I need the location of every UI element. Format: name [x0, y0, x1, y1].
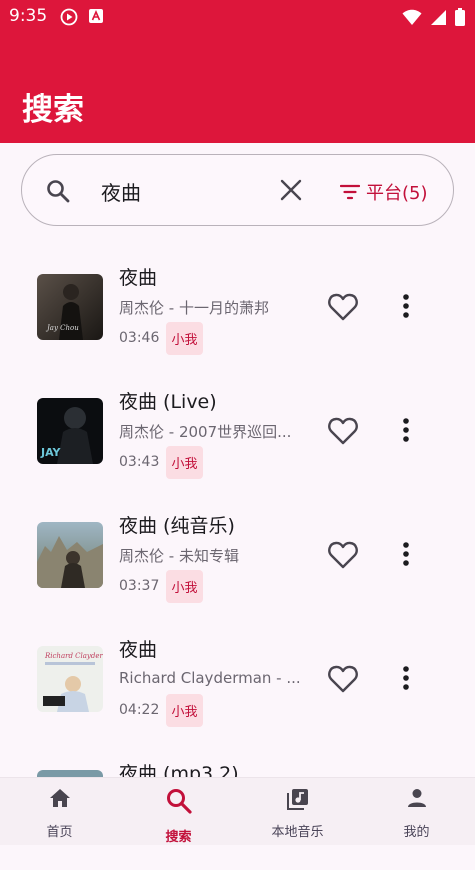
- nav-item-local-music[interactable]: 本地音乐: [238, 778, 357, 845]
- song-title: 夜曲: [119, 267, 158, 289]
- close-icon[interactable]: [280, 179, 302, 201]
- heart-outline-icon[interactable]: [327, 664, 359, 694]
- platform-filter-button[interactable]: 平台(5): [340, 179, 428, 205]
- heart-outline-icon[interactable]: [327, 540, 359, 570]
- status-time: 9:35: [9, 6, 48, 26]
- app-bar: 搜索: [0, 34, 475, 143]
- song-duration: 03:37: [119, 578, 160, 594]
- song-artist-album: 周杰伦 - 2007世界巡回...: [119, 423, 292, 441]
- page-title: 搜索: [22, 92, 84, 128]
- search-icon: [47, 180, 70, 203]
- cellular-signal-icon: [431, 9, 446, 25]
- list-item[interactable]: Jay Chou 夜曲 周杰伦 - 十一月的萧邦 03:46 小我: [0, 250, 475, 374]
- search-bar[interactable]: 夜曲 平台(5): [21, 154, 454, 226]
- more-vert-icon[interactable]: [396, 541, 416, 567]
- heart-outline-icon[interactable]: [327, 292, 359, 322]
- song-artist-album: 周杰伦 - 未知专辑: [119, 547, 239, 565]
- nav-label: 首页: [46, 825, 73, 840]
- battery-icon: [455, 8, 465, 26]
- status-bar: 9:35: [0, 0, 475, 34]
- more-vert-icon[interactable]: [396, 417, 416, 443]
- song-duration: 04:22: [119, 702, 160, 718]
- source-badge: 小我: [166, 694, 203, 727]
- song-title: 夜曲 (纯音乐): [119, 515, 235, 537]
- search-input[interactable]: 夜曲: [101, 177, 141, 206]
- song-title: 夜曲 (Live): [119, 391, 217, 413]
- song-duration: 03:43: [119, 454, 160, 470]
- nav-item-me[interactable]: 我的: [357, 778, 475, 845]
- song-title: 夜曲: [119, 639, 158, 661]
- source-badge: 小我: [166, 446, 203, 479]
- heart-outline-icon[interactable]: [327, 416, 359, 446]
- source-badge: 小我: [166, 322, 203, 355]
- source-badge: 小我: [166, 570, 203, 603]
- library-music-icon: [286, 789, 308, 810]
- list-item[interactable]: Richard Clayderman 夜曲 Richard Clayderman…: [0, 622, 475, 746]
- nav-label: 搜索: [165, 830, 192, 845]
- svg-text:JAY: JAY: [40, 446, 62, 459]
- media-play-icon: [60, 8, 78, 26]
- list-item[interactable]: 夜曲 (纯音乐) 周杰伦 - 未知专辑 03:37 小我: [0, 498, 475, 622]
- more-vert-icon[interactable]: [396, 665, 416, 691]
- svg-text:Richard Clayderman: Richard Clayderman: [44, 652, 103, 660]
- song-artist-album: Richard Clayderman - ...: [119, 669, 301, 687]
- home-icon: [49, 789, 70, 807]
- bottom-navigation: 首页 搜索 本地音乐 我的: [0, 777, 475, 845]
- person-icon: [407, 789, 426, 807]
- search-icon: [166, 789, 192, 814]
- wifi-icon: [402, 9, 422, 25]
- song-duration: 03:46: [119, 330, 160, 346]
- nav-label: 本地音乐: [271, 825, 324, 840]
- nav-label: 我的: [403, 825, 430, 840]
- album-cover: JAY: [37, 398, 103, 464]
- album-cover: Jay Chou: [37, 274, 103, 340]
- nav-item-home[interactable]: 首页: [0, 778, 119, 845]
- filter-icon: [340, 184, 360, 200]
- svg-text:Jay Chou: Jay Chou: [45, 324, 79, 332]
- more-vert-icon[interactable]: [396, 293, 416, 319]
- nav-item-search[interactable]: 搜索: [119, 778, 238, 845]
- app-notification-icon: [89, 9, 103, 23]
- album-cover: Richard Clayderman: [37, 646, 103, 712]
- platform-filter-label: 平台(5): [366, 183, 428, 204]
- list-item[interactable]: JAY 夜曲 (Live) 周杰伦 - 2007世界巡回... 03:43 小我: [0, 374, 475, 498]
- song-artist-album: 周杰伦 - 十一月的萧邦: [119, 299, 269, 317]
- album-cover: [37, 522, 103, 588]
